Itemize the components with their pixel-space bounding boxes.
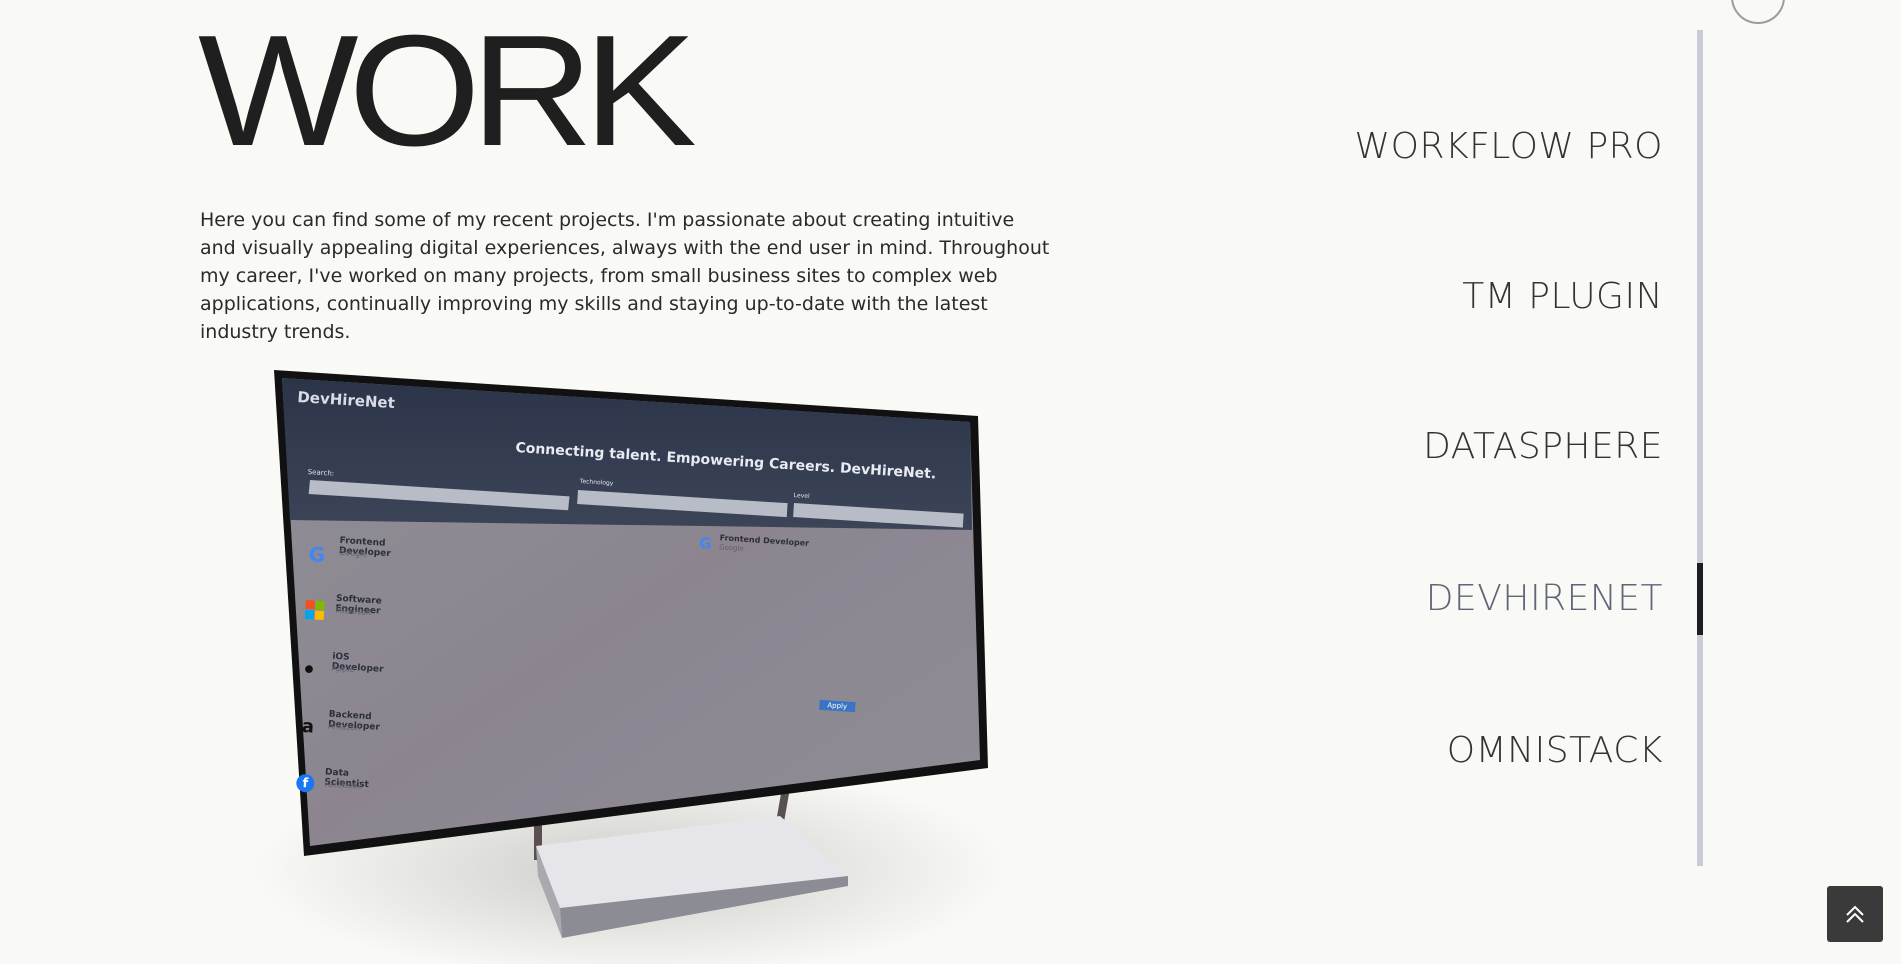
project-scroll-track[interactable] (1697, 30, 1703, 866)
back-to-top-button[interactable] (1827, 886, 1883, 942)
project-item-devhirenet[interactable]: DEVHIRENET (1426, 578, 1663, 619)
project-scroll-thumb[interactable] (1697, 563, 1703, 635)
apple-logo-icon: ● (302, 657, 316, 679)
project-item-datasphere[interactable]: DATASPHERE (1423, 426, 1663, 467)
page-title: WORK (198, 2, 697, 180)
intro-paragraph: Here you can find some of my recent proj… (200, 209, 1050, 343)
preview-level-label: Level (793, 492, 810, 500)
google-logo-icon: G (698, 533, 713, 553)
work-page: WORK Here you can find some of my recent… (0, 0, 1901, 964)
preview-search-label: Search: (307, 468, 335, 478)
project-item-omnistack[interactable]: OMNISTACK (1447, 730, 1663, 771)
double-chevron-up-icon (1846, 905, 1864, 923)
scroll-indicator-icon[interactable] (1731, 0, 1785, 24)
project-item-workflow-pro[interactable]: WORKFLOW PRO (1355, 126, 1663, 167)
preview-detail-company: Google (718, 543, 744, 553)
amazon-logo-icon: a (301, 715, 315, 738)
preview-job-company: Apple (331, 663, 355, 675)
project-preview[interactable]: DevHireNet Connecting talent. Empowering… (180, 360, 1080, 964)
preview-job-company: Google (338, 547, 368, 559)
microsoft-logo-icon (304, 599, 326, 621)
project-item-tm-plugin[interactable]: TM PLUGIN (1462, 276, 1663, 317)
google-logo-icon: G (307, 541, 326, 567)
